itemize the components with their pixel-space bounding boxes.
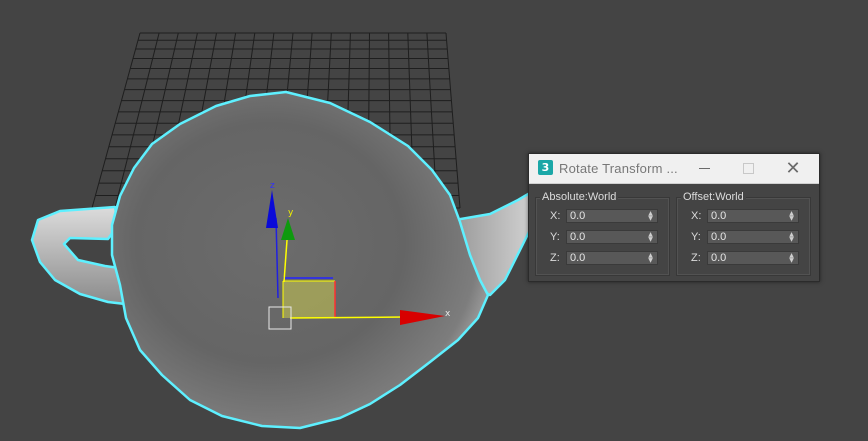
y-axis-label: y [288, 208, 294, 218]
close-button[interactable]: ✕ [771, 154, 815, 183]
absolute-y-value[interactable]: 0.0 [570, 231, 585, 244]
dialog-title: Rotate Transform ... [559, 161, 678, 176]
minimize-button[interactable] [682, 154, 726, 183]
offset-x-label: X: [691, 210, 702, 222]
spinner-arrows-icon[interactable]: ▲ ▼ [647, 232, 654, 243]
offset-z-value[interactable]: 0.0 [711, 252, 726, 265]
absolute-world-group: Absolute:World X: 0.0 ▲ ▼ Y: 0.0 ▲ ▼ Z: 0.… [535, 191, 670, 276]
minimize-icon [698, 167, 710, 169]
maximize-icon [742, 162, 754, 174]
rotate-transform-dialog: 3 Rotate Transform ... ✕ Absolute:World … [528, 153, 820, 282]
close-icon: ✕ [785, 158, 801, 179]
offset-x-value[interactable]: 0.0 [711, 210, 726, 223]
teapot-body[interactable] [110, 90, 490, 430]
absolute-y-spinner[interactable]: 0.0 ▲ ▼ [566, 230, 658, 244]
absolute-z-label: Z: [550, 252, 560, 264]
offset-z-spinner[interactable]: 0.0 ▲ ▼ [707, 251, 799, 265]
spinner-arrows-icon[interactable]: ▲ ▼ [647, 211, 654, 222]
offset-y-value[interactable]: 0.0 [711, 231, 726, 244]
offset-world-label: Offset:World [681, 191, 746, 203]
z-axis-label: z [270, 181, 275, 191]
absolute-world-label: Absolute:World [540, 191, 619, 203]
maximize-button [726, 154, 770, 183]
absolute-y-label: Y: [550, 231, 560, 243]
spinner-arrows-icon[interactable]: ▲ ▼ [788, 253, 795, 264]
absolute-x-value[interactable]: 0.0 [570, 210, 585, 223]
spinner-arrows-icon[interactable]: ▲ ▼ [647, 253, 654, 264]
absolute-x-label: X: [550, 210, 561, 222]
x-axis-label: x [445, 309, 451, 319]
app-icon: 3 [538, 160, 553, 175]
spinner-arrows-icon[interactable]: ▲ ▼ [788, 232, 795, 243]
offset-x-spinner[interactable]: 0.0 ▲ ▼ [707, 209, 799, 223]
offset-z-label: Z: [691, 252, 701, 264]
spinner-arrows-icon[interactable]: ▲ ▼ [788, 211, 795, 222]
dialog-titlebar[interactable]: 3 Rotate Transform ... ✕ [529, 154, 819, 184]
offset-y-spinner[interactable]: 0.0 ▲ ▼ [707, 230, 799, 244]
offset-y-label: Y: [691, 231, 701, 243]
offset-world-group: Offset:World X: 0.0 ▲ ▼ Y: 0.0 ▲ ▼ Z: 0.0 … [676, 191, 811, 276]
absolute-z-value[interactable]: 0.0 [570, 252, 585, 265]
absolute-z-spinner[interactable]: 0.0 ▲ ▼ [566, 251, 658, 265]
absolute-x-spinner[interactable]: 0.0 ▲ ▼ [566, 209, 658, 223]
gizmo-x-axis[interactable] [289, 316, 406, 319]
